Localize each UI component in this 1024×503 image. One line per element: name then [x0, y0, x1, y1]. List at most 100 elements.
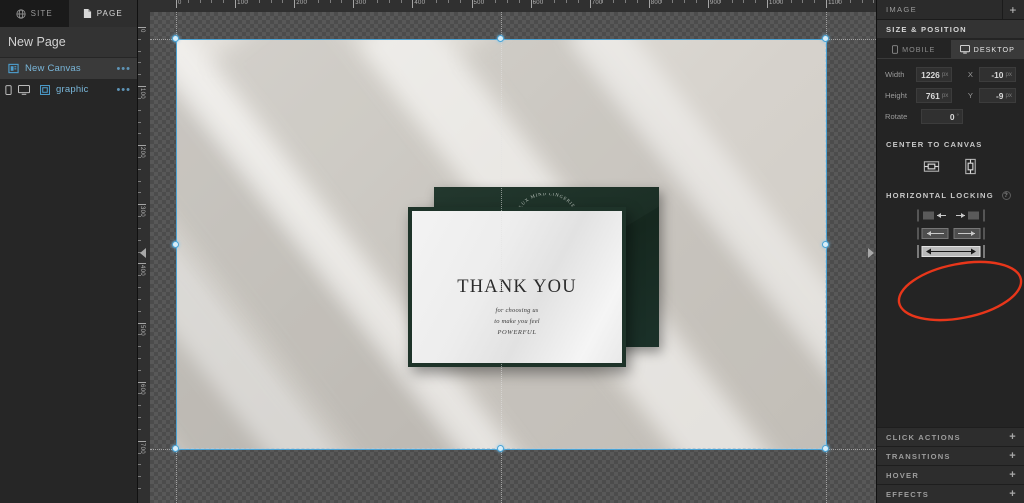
ruler-tick-minor	[802, 0, 804, 3]
ruler-tick-minor	[138, 74, 141, 76]
ruler-top: 0 100 200 300 400 500 600 700 800 900 1000 1100	[150, 0, 876, 12]
ruler-tick	[138, 263, 146, 265]
accordion-transitions[interactable]: TRANSITIONS +	[877, 446, 1024, 465]
ruler-tick-minor	[613, 0, 615, 3]
ruler-tick-minor	[306, 0, 308, 3]
resize-handle-top-center[interactable]	[497, 35, 504, 42]
resize-handle-bottom-left[interactable]	[172, 445, 179, 452]
x-unit: px	[1005, 71, 1013, 78]
ruler-tick-minor	[577, 0, 579, 3]
ruler-label: 0	[178, 0, 182, 6]
ruler-tick-minor	[138, 428, 141, 430]
size-position-fields: Width 1226 px X -10 px Height 761 px Y -…	[877, 59, 1024, 132]
page-title: New Page	[0, 27, 137, 58]
left-panel-tabs: SITE PAGE	[0, 0, 137, 27]
accordion-effects-label: EFFECTS	[886, 489, 929, 499]
layer-menu-button[interactable]: •••	[116, 84, 131, 95]
ruler-tick-minor	[447, 0, 449, 3]
accordion-effects[interactable]: EFFECTS +	[877, 484, 1024, 503]
resize-handle-middle-right[interactable]	[822, 241, 829, 248]
ruler-tick-minor	[138, 275, 141, 277]
card-heading: THANK YOU	[457, 277, 577, 297]
ruler-tick-minor	[138, 239, 141, 241]
ruler-tick-minor	[138, 464, 141, 466]
y-unit: px	[1005, 92, 1013, 99]
guide-center-v	[501, 12, 502, 503]
ruler-tick-minor	[138, 357, 141, 359]
ruler-tick	[648, 0, 650, 8]
ruler-tick	[235, 0, 237, 8]
ruler-tick-minor	[755, 0, 757, 3]
ruler-tick-minor	[341, 0, 343, 3]
tab-site-label: SITE	[30, 9, 53, 18]
accordion-hover-plus[interactable]: +	[1002, 469, 1024, 481]
ruler-tick-minor	[138, 121, 141, 123]
accordion-hover[interactable]: HOVER +	[877, 465, 1024, 484]
ruler-tick	[138, 27, 146, 28]
y-input[interactable]: -9 px	[979, 88, 1017, 103]
thank-you-card: THANK YOU for choosing us to make you fe…	[408, 207, 626, 367]
lock-stretch-full-option[interactable]	[915, 244, 987, 259]
lock-edges-inward-option[interactable]	[915, 226, 987, 241]
size-position-title: SIZE & POSITION	[877, 20, 1024, 38]
ruler-tick-minor	[719, 0, 721, 3]
canvas-viewport[interactable]: LUX MIND LINGERIE N est. 2021 THANK YOU …	[150, 12, 876, 503]
resize-handle-middle-left[interactable]	[172, 241, 179, 248]
tab-page[interactable]: PAGE	[68, 0, 137, 27]
ruler-tick-minor	[138, 476, 141, 478]
resize-handle-top-left[interactable]	[172, 35, 179, 42]
tab-mobile[interactable]: MOBILE	[877, 40, 951, 59]
rotate-row: Rotate 0 °	[885, 109, 1016, 124]
collapse-right-panel-button[interactable]	[866, 246, 876, 260]
collapse-left-panel-button[interactable]	[138, 246, 148, 260]
center-vertical-icon[interactable]	[962, 158, 979, 175]
height-value: 761	[925, 90, 940, 101]
ruler-tick-minor	[138, 405, 141, 407]
center-horizontal-icon[interactable]	[923, 158, 940, 175]
tab-site[interactable]: SITE	[0, 0, 69, 27]
layer-item-graphic[interactable]: graphic •••	[0, 79, 137, 100]
add-image-button[interactable]: +	[1002, 0, 1024, 20]
resize-handle-top-right[interactable]	[822, 35, 829, 42]
ruler-tick	[412, 0, 414, 8]
layer-menu-button[interactable]: •••	[116, 63, 131, 74]
ruler-tick-minor	[270, 0, 272, 3]
ruler-tick-minor	[138, 38, 141, 40]
resize-handle-bottom-center[interactable]	[497, 445, 504, 452]
ruler-tick	[138, 204, 146, 206]
height-input[interactable]: 761 px	[915, 88, 953, 103]
mobile-icon[interactable]	[5, 84, 12, 95]
ruler-tick-minor	[684, 0, 686, 3]
ruler-tick	[138, 145, 146, 147]
ruler-corner	[138, 0, 150, 12]
resize-handle-bottom-right[interactable]	[822, 445, 829, 452]
ruler-tick-minor	[138, 62, 141, 64]
help-icon[interactable]: ?	[1002, 191, 1011, 200]
layer-item-new-canvas[interactable]: New Canvas •••	[0, 58, 137, 79]
ruler-tick-minor	[660, 0, 662, 3]
ruler-tick-minor	[861, 0, 863, 3]
ruler-tick	[138, 381, 146, 383]
lock-edges-outward-option[interactable]	[915, 208, 987, 223]
desktop-icon[interactable]	[18, 84, 30, 95]
tab-desktop-label: DESKTOP	[973, 44, 1015, 54]
width-unit: px	[941, 71, 949, 78]
width-input[interactable]: 1226 px	[915, 67, 953, 82]
accordion-effects-plus[interactable]: +	[1002, 488, 1024, 500]
ruler-tick-minor	[554, 0, 556, 3]
tab-desktop[interactable]: DESKTOP	[950, 40, 1024, 59]
ruler-tick-minor	[138, 487, 141, 489]
ruler-tick-minor	[329, 0, 331, 3]
ruler-tick-minor	[138, 157, 141, 159]
lock-edges-outward-icon	[916, 209, 985, 222]
accordion-transitions-plus[interactable]: +	[1002, 450, 1024, 462]
accordion-click-actions-plus[interactable]: +	[1002, 431, 1024, 443]
height-unit: px	[941, 92, 949, 99]
x-input[interactable]: -10 px	[979, 67, 1017, 82]
accordion-click-actions[interactable]: CLICK ACTIONS +	[877, 427, 1024, 446]
layer-label: New Canvas	[25, 63, 81, 74]
height-row: Height 761 px Y -9 px	[885, 88, 1017, 103]
ruler-tick	[138, 322, 146, 324]
ruler-tick-minor	[506, 0, 508, 3]
rotate-input[interactable]: 0 °	[921, 109, 963, 124]
